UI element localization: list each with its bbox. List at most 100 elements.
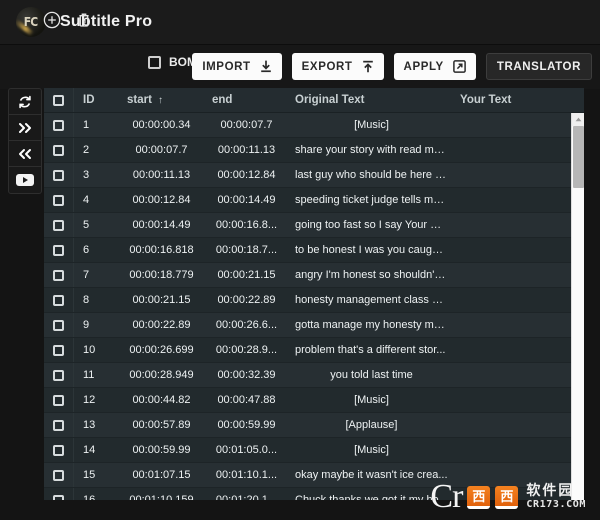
left-rail bbox=[8, 88, 42, 194]
apply-button-label: APPLY bbox=[403, 60, 444, 73]
import-button[interactable]: IMPORT bbox=[192, 53, 282, 80]
row-select-cell[interactable] bbox=[44, 463, 74, 487]
vertical-scrollbar[interactable] bbox=[571, 113, 584, 500]
cell-end-time: 00:00:12.84 bbox=[217, 169, 276, 181]
translator-button[interactable]: TRANSLATOR bbox=[485, 53, 592, 80]
scroll-up-button[interactable] bbox=[572, 113, 584, 126]
import-button-label: IMPORT bbox=[202, 60, 251, 73]
cell-start-time: 00:00:07.7 bbox=[135, 144, 188, 156]
row-select-cell[interactable] bbox=[44, 313, 74, 337]
subtitle-table: ID start ↑ end Original Text Your Text 10… bbox=[44, 88, 584, 500]
row-select-cell[interactable] bbox=[44, 363, 74, 387]
table-row[interactable]: 4 00:00:12.84 00:00:14.49 speeding ticket j… bbox=[44, 188, 584, 213]
youtube-icon[interactable] bbox=[9, 167, 41, 193]
row-select-cell[interactable] bbox=[44, 113, 74, 137]
subtitle-pro-window: FC Subtitle Pro BOM Encoding IMPORT bbox=[0, 0, 600, 520]
toolbar-buttons: IMPORT EXPORT APPLY TRANSLATOR bbox=[192, 53, 592, 80]
logo-glyph: FC bbox=[24, 15, 38, 29]
row-select-cell[interactable] bbox=[44, 138, 74, 162]
row-checkbox[interactable] bbox=[53, 194, 64, 206]
cell-id: 6 bbox=[83, 244, 90, 256]
column-header-start[interactable]: start ↑ bbox=[119, 94, 204, 106]
row-select-cell[interactable] bbox=[44, 413, 74, 437]
cell-original-text: share your story with read me ... bbox=[295, 144, 453, 156]
apply-button[interactable]: APPLY bbox=[393, 53, 476, 80]
row-checkbox[interactable] bbox=[53, 244, 64, 256]
cell-original-text: problem that's a different stor... bbox=[295, 344, 446, 356]
table-row[interactable]: 13 00:00:57.89 00:00:59.99 [Applause] bbox=[44, 413, 584, 438]
select-all-cell[interactable] bbox=[44, 88, 74, 112]
row-select-cell[interactable] bbox=[44, 288, 74, 312]
row-checkbox[interactable] bbox=[53, 169, 64, 181]
cell-end-time: 00:01:10.1... bbox=[215, 469, 278, 481]
table-row[interactable]: 14 00:00:59.99 00:01:05.0... [Music] bbox=[44, 438, 584, 463]
trash-icon[interactable] bbox=[74, 10, 94, 30]
cell-start-time: 00:00:18.779 bbox=[129, 269, 194, 281]
row-select-cell[interactable] bbox=[44, 188, 74, 212]
row-select-cell[interactable] bbox=[44, 213, 74, 237]
row-select-cell[interactable] bbox=[44, 338, 74, 362]
cell-start-time: 00:00:11.13 bbox=[132, 169, 191, 181]
row-checkbox[interactable] bbox=[53, 294, 64, 306]
table-row[interactable]: 5 00:00:14.49 00:00:16.8... going too fast … bbox=[44, 213, 584, 238]
cell-end-time: 00:00:28.9... bbox=[215, 344, 278, 356]
select-all-checkbox[interactable] bbox=[53, 94, 64, 106]
download-arrow-icon bbox=[260, 60, 271, 73]
cell-end-time: 00:00:14.49 bbox=[217, 194, 276, 206]
row-checkbox[interactable] bbox=[53, 119, 64, 131]
bom-encoding-checkbox[interactable] bbox=[148, 55, 161, 69]
cell-end-time: 00:00:26.6... bbox=[215, 319, 278, 331]
row-select-cell[interactable] bbox=[44, 163, 74, 187]
table-row[interactable]: 7 00:00:18.779 00:00:21.15 angry I'm honest… bbox=[44, 263, 584, 288]
chevron-double-right-icon[interactable] bbox=[9, 115, 41, 141]
row-checkbox[interactable] bbox=[53, 144, 64, 156]
cell-end-time: 00:00:32.39 bbox=[217, 369, 276, 381]
row-checkbox[interactable] bbox=[53, 219, 64, 231]
cell-start-time: 00:00:12.84 bbox=[132, 194, 191, 206]
row-checkbox[interactable] bbox=[53, 469, 64, 481]
row-select-cell[interactable] bbox=[44, 238, 74, 262]
cell-id: 14 bbox=[83, 444, 96, 456]
table-row[interactable]: 8 00:00:21.15 00:00:22.89 honesty managemen… bbox=[44, 288, 584, 313]
row-select-cell[interactable] bbox=[44, 488, 74, 500]
table-row[interactable]: 16 00:01:10.159 00:01:20.1... Chuck thanks … bbox=[44, 488, 584, 500]
plus-circle-icon[interactable] bbox=[42, 10, 62, 30]
cell-end-time: 00:00:21.15 bbox=[217, 269, 276, 281]
table-row[interactable]: 9 00:00:22.89 00:00:26.6... gotta manage my… bbox=[44, 313, 584, 338]
row-checkbox[interactable] bbox=[53, 319, 64, 331]
table-row[interactable]: 15 00:01:07.15 00:01:10.1... okay maybe it … bbox=[44, 463, 584, 488]
table-row[interactable]: 3 00:00:11.13 00:00:12.84 last guy who shou… bbox=[44, 163, 584, 188]
column-header-id[interactable]: ID bbox=[74, 94, 119, 106]
cell-original-text: [Applause] bbox=[345, 419, 398, 431]
table-row[interactable]: 6 00:00:16.818 00:00:18.7... to be honest I… bbox=[44, 238, 584, 263]
sync-icon[interactable] bbox=[9, 89, 41, 115]
cell-original-text: [Music] bbox=[354, 394, 389, 406]
table-row[interactable]: 11 00:00:28.949 00:00:32.39 you told last t… bbox=[44, 363, 584, 388]
row-checkbox[interactable] bbox=[53, 369, 64, 381]
row-checkbox[interactable] bbox=[53, 419, 64, 431]
row-checkbox[interactable] bbox=[53, 394, 64, 406]
row-checkbox[interactable] bbox=[53, 344, 64, 356]
cell-end-time: 00:00:47.88 bbox=[217, 394, 276, 406]
table-row[interactable]: 10 00:00:26.699 00:00:28.9... problem that'… bbox=[44, 338, 584, 363]
column-header-your-text[interactable]: Your Text bbox=[454, 94, 584, 106]
column-header-original-text[interactable]: Original Text bbox=[289, 94, 454, 106]
export-button[interactable]: EXPORT bbox=[291, 53, 384, 80]
cell-id: 10 bbox=[83, 344, 96, 356]
cell-start-time: 00:01:07.15 bbox=[132, 469, 191, 481]
row-checkbox[interactable] bbox=[53, 444, 64, 456]
row-select-cell[interactable] bbox=[44, 388, 74, 412]
table-row[interactable]: 12 00:00:44.82 00:00:47.88 [Music] bbox=[44, 388, 584, 413]
row-checkbox[interactable] bbox=[53, 269, 64, 281]
table-header-row: ID start ↑ end Original Text Your Text bbox=[44, 88, 584, 113]
table-row[interactable]: 1 00:00:00.34 00:00:07.7 [Music] bbox=[44, 113, 584, 138]
column-header-end[interactable]: end bbox=[204, 94, 289, 106]
chevron-double-left-icon[interactable] bbox=[9, 141, 41, 167]
row-select-cell[interactable] bbox=[44, 263, 74, 287]
table-body: 1 00:00:00.34 00:00:07.7 [Music] 2 00:00:07.7… bbox=[44, 113, 584, 500]
scrollbar-thumb[interactable] bbox=[573, 126, 584, 188]
table-row[interactable]: 2 00:00:07.7 00:00:11.13 share your story w… bbox=[44, 138, 584, 163]
cell-end-time: 00:01:05.0... bbox=[215, 444, 278, 456]
cell-id: 5 bbox=[83, 219, 90, 231]
row-select-cell[interactable] bbox=[44, 438, 74, 462]
